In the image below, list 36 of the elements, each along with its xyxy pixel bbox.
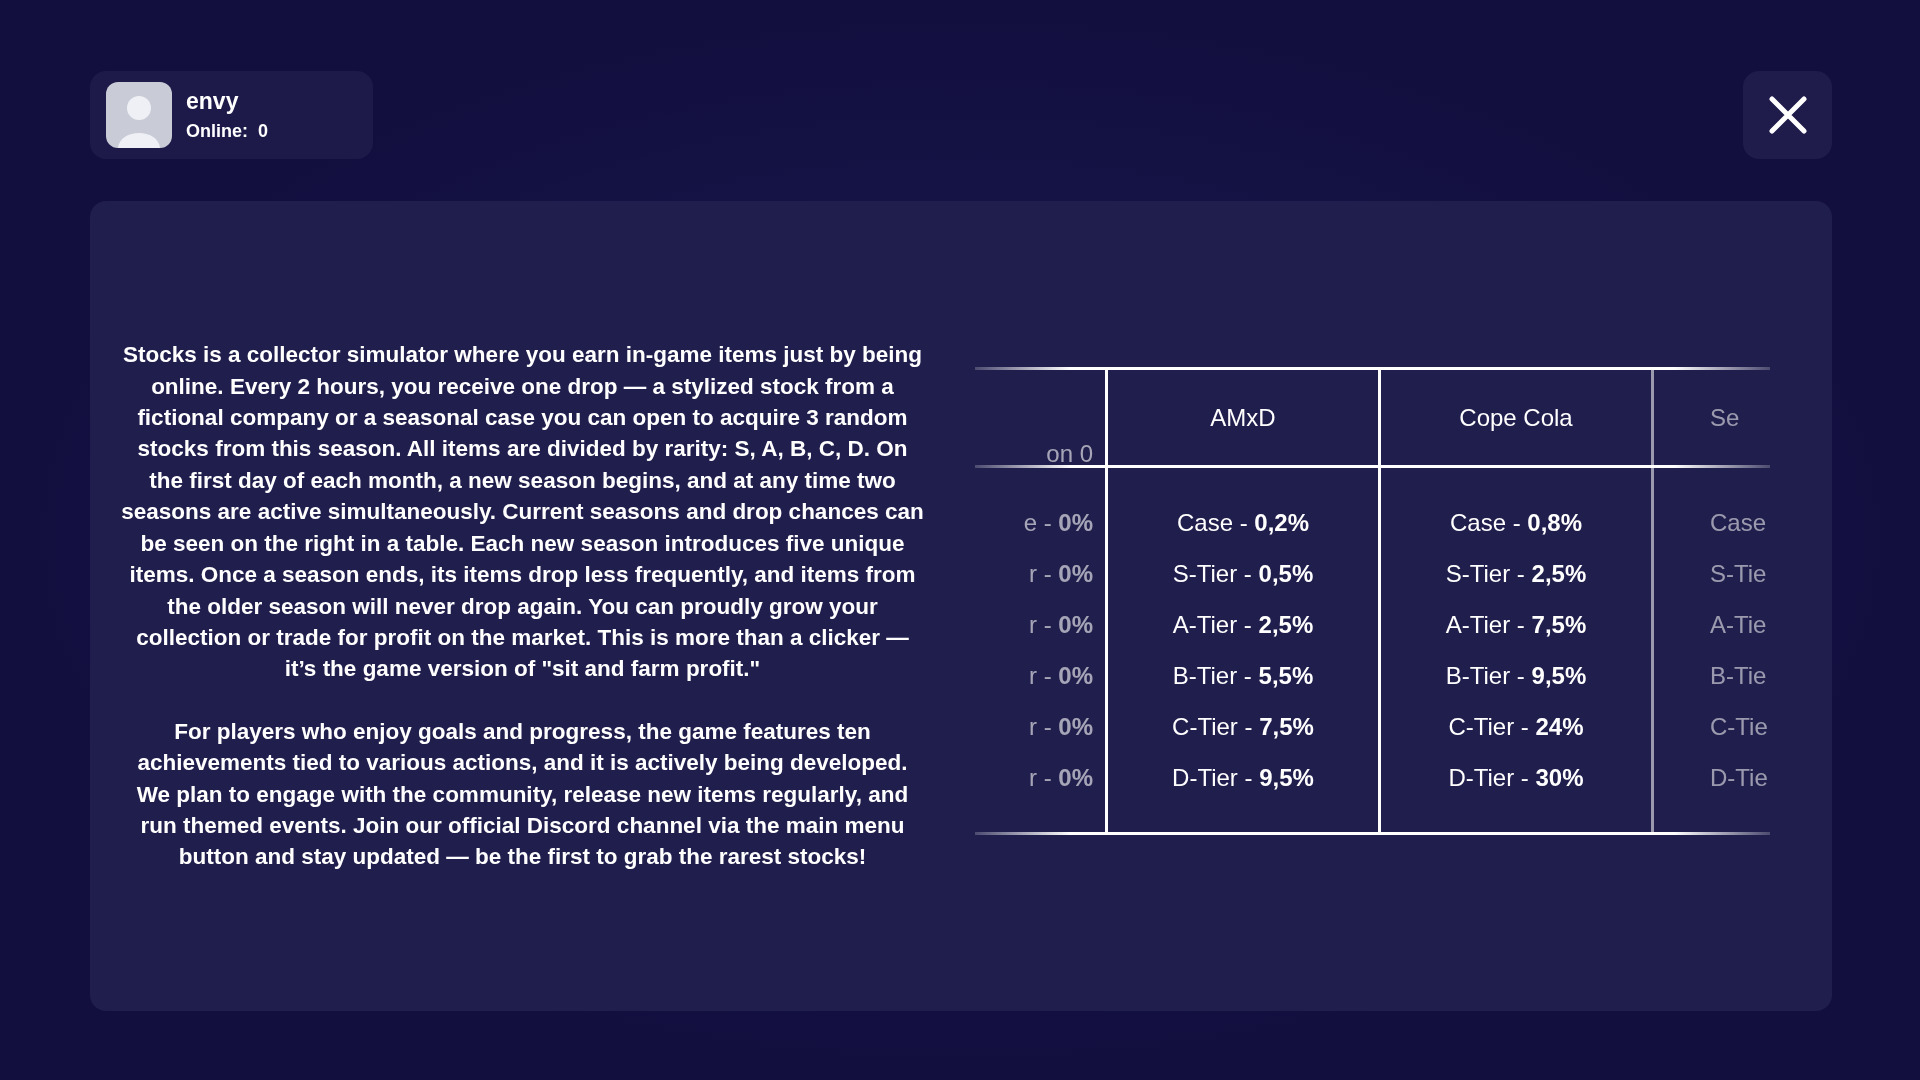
drop-chance: Case - 0,2% [1176,508,1310,538]
drop-chance: B-Tie [1710,661,1767,691]
drop-chance: A-Tie [1710,610,1767,640]
username: envy [186,88,240,115]
drop-chance: D-Tier - 9,5% [1172,763,1314,793]
close-icon [1768,96,1807,134]
drop-chance: C-Tier - 7,5% [1172,712,1314,742]
column-header: on 0 [1046,440,1093,468]
drop-chance: A-Tier - 7,5% [1445,610,1587,640]
drop-chance: r - 0% [1029,559,1093,589]
description-paragraph: Stocks is a collector simulator where you earn in-game items just by being online. Every 2 hours, you receive one drop — a stylized stock from a fictional company or a seasonal case you can open to acquire 3 random stocks from this season. All items are divided by rarity: S, A, B, C, D. On the first day of each month, a new season begins, and at any time two seasons are active simultaneously. Current seasons and drop chances can be seen on the right in a table. Each new season introduces five unique items. Once a season ends, its items drop less frequently, and items from the older season will never drop again. You can proudly grow your collection or trade for profit on the market. This is more than a clicker — it’s the game version of "sit and farm profit." [120,341,925,684]
description-paragraph: For players who enjoy goals and progress, the game features ten achievements tied to various actions, and it is actively being developed. We plan to engage with the community, release new items regularly, and run themed events. Join our official Discord channel via the main menu button and stay updated — be the first to grab the rarest stocks! [135,717,910,872]
drop-chance: S-Tier - 0,5% [1172,559,1314,589]
drop-chance: r - 0% [1029,763,1093,793]
drop-chance: D-Tier - 30% [1448,763,1584,793]
drop-chance: S-Tier - 2,5% [1445,559,1587,589]
avatar-icon [106,82,172,148]
column-header: Cope Cola [1459,403,1573,432]
drop-chance: r - 0% [1029,712,1093,742]
column-header: AMxD [1210,403,1276,432]
drop-chance: Case - 0,8% [1449,508,1583,538]
drop-chance: S-Tie [1710,559,1767,589]
drop-chance: C-Tier - 24% [1448,712,1584,742]
drop-chance: C-Tie [1710,712,1768,742]
drop-chance: B-Tier - 9,5% [1445,661,1587,691]
online-count: 0 [258,121,268,142]
drop-chance: Case [1710,508,1767,538]
close-button[interactable] [1743,71,1832,159]
drop-chance: D-Tie [1710,763,1768,793]
drop-chance: A-Tier - 2,5% [1172,610,1314,640]
drop-chance: B-Tier - 5,5% [1172,661,1314,691]
column-header: Se [1710,403,1740,432]
online-label: Online: [186,121,248,142]
drop-chance: e - 0% [1023,508,1093,538]
drop-chance: r - 0% [1029,610,1093,640]
drop-chance: r - 0% [1029,661,1093,691]
